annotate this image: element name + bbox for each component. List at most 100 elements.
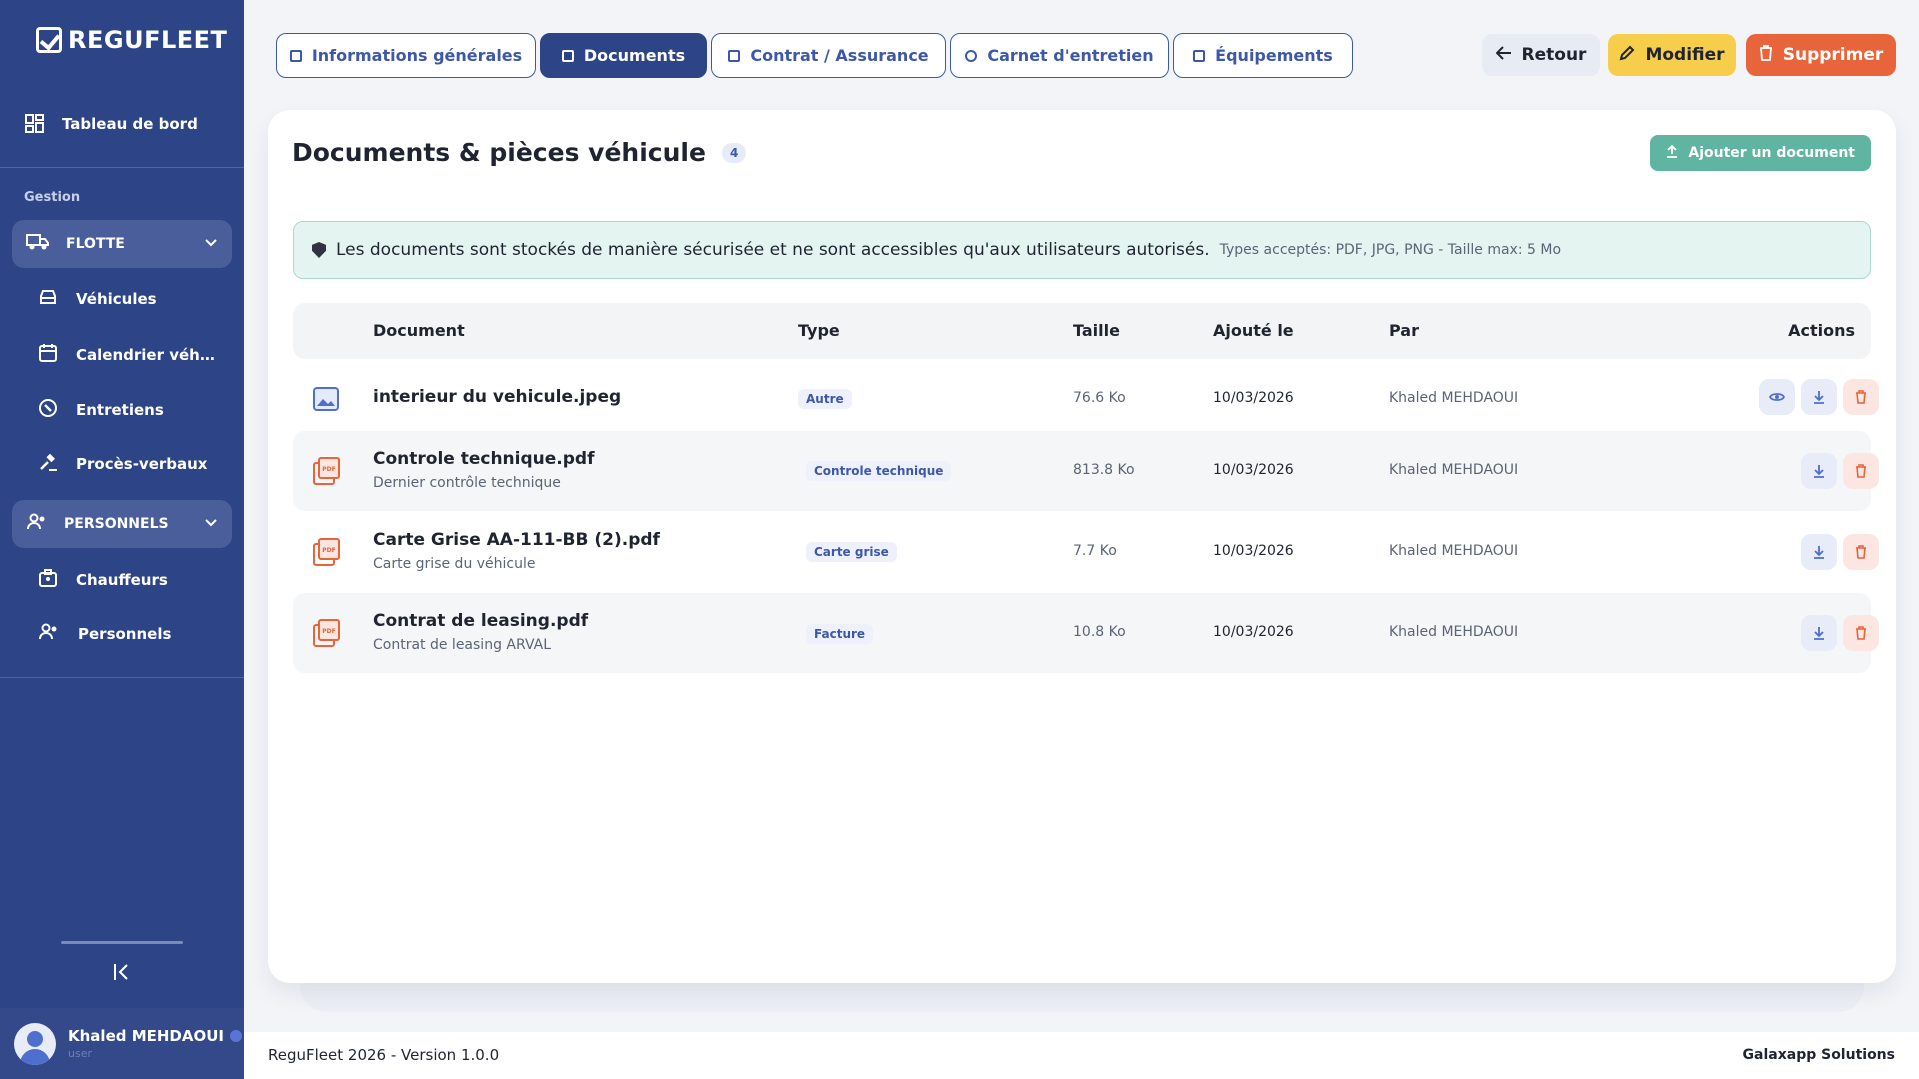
sidebar: REGUFLEET Tableau de bord Gestion FLOTTE… bbox=[0, 0, 244, 1079]
user-role: user bbox=[68, 1047, 92, 1060]
back-label: Retour bbox=[1521, 45, 1587, 65]
notice-small-text: Types acceptés: PDF, JPG, PNG - Taille m… bbox=[1219, 242, 1562, 258]
download-icon[interactable] bbox=[1801, 615, 1837, 651]
delete-label: Supprimer bbox=[1782, 45, 1884, 65]
column-header: Ajouté le bbox=[1213, 321, 1294, 340]
tab-carnet-entretien[interactable]: Carnet d'entretien bbox=[950, 33, 1169, 78]
sidebar-item-proces-verbaux[interactable]: Procès-verbaux bbox=[38, 452, 218, 476]
back-button[interactable]: Retour bbox=[1482, 34, 1600, 76]
trash-icon[interactable] bbox=[1843, 453, 1879, 489]
document-date: 10/03/2026 bbox=[1213, 462, 1294, 478]
gavel-icon bbox=[38, 452, 58, 476]
brand-name: REGUFLEET bbox=[68, 26, 228, 54]
type-badge: Controle technique bbox=[806, 461, 952, 481]
delete-button[interactable]: Supprimer bbox=[1746, 34, 1896, 76]
sidebar-item-chauffeurs[interactable]: Chauffeurs bbox=[38, 568, 218, 592]
type-badge: Facture bbox=[806, 624, 874, 644]
type-badge: Autre bbox=[798, 389, 852, 409]
document-name: Controle technique.pdf bbox=[373, 449, 595, 469]
chevron-down-icon bbox=[204, 516, 218, 532]
sidebar-group-label: FLOTTE bbox=[66, 236, 125, 252]
sidebar-item-vehicules[interactable]: Véhicules bbox=[38, 288, 218, 310]
column-header: Taille bbox=[1073, 321, 1120, 340]
sidebar-item-label: Tableau de bord bbox=[62, 115, 198, 133]
pdf-file-icon: PDF bbox=[313, 538, 340, 566]
sidebar-scrollbar[interactable] bbox=[61, 941, 183, 944]
edit-label: Modifier bbox=[1645, 45, 1725, 65]
sidebar-section-label: Gestion bbox=[24, 190, 81, 205]
table-row[interactable]: PDF Contrat de leasing.pdf Contrat de le… bbox=[293, 593, 1879, 673]
view-icon[interactable] bbox=[1759, 379, 1795, 415]
add-document-label: Ajouter un document bbox=[1688, 145, 1855, 161]
download-icon[interactable] bbox=[1801, 453, 1837, 489]
tab-equipements[interactable]: Équipements bbox=[1173, 33, 1353, 78]
sidebar-item-personnels[interactable]: Personnels bbox=[38, 623, 218, 645]
download-icon[interactable] bbox=[1801, 534, 1837, 570]
dashboard-grid-icon bbox=[24, 113, 46, 135]
document-description: Carte grise du véhicule bbox=[373, 556, 536, 572]
car-icon bbox=[289, 49, 302, 62]
collapse-sidebar-icon[interactable] bbox=[108, 960, 136, 984]
sidebar-divider bbox=[0, 677, 244, 678]
add-document-button[interactable]: Ajouter un document bbox=[1650, 135, 1871, 171]
arrow-left-icon bbox=[1495, 45, 1512, 65]
document-author: Khaled MEHDAOUI bbox=[1389, 462, 1519, 478]
tab-label: Contrat / Assurance bbox=[750, 46, 929, 65]
document-name: Carte Grise AA-111-BB (2).pdf bbox=[373, 530, 660, 550]
logo-check-icon bbox=[36, 27, 62, 53]
sidebar-item-dashboard[interactable]: Tableau de bord bbox=[24, 113, 198, 135]
user-profile[interactable]: Khaled MEHDAOUI user bbox=[0, 1008, 244, 1079]
document-size: 10.8 Ko bbox=[1073, 624, 1126, 640]
document-date: 10/03/2026 bbox=[1213, 390, 1294, 406]
chevron-down-icon bbox=[204, 236, 218, 252]
sidebar-group-personnels[interactable]: PERSONNELS bbox=[12, 500, 232, 548]
svg-text:PDF: PDF bbox=[322, 466, 335, 473]
car-icon bbox=[38, 288, 58, 310]
document-icon bbox=[561, 49, 574, 62]
download-icon[interactable] bbox=[1801, 379, 1837, 415]
document-size: 76.6 Ko bbox=[1073, 390, 1126, 406]
svg-text:PDF: PDF bbox=[322, 547, 335, 554]
truck-icon bbox=[26, 233, 50, 255]
document-author: Khaled MEHDAOUI bbox=[1389, 390, 1519, 406]
card-shadow bbox=[300, 980, 1864, 1012]
document-size: 813.8 Ko bbox=[1073, 462, 1135, 478]
document-name: interieur du vehicule.jpeg bbox=[373, 387, 622, 407]
sidebar-item-label: Véhicules bbox=[76, 290, 157, 308]
footer-company: Galaxapp Solutions bbox=[1742, 1047, 1895, 1063]
trash-icon[interactable] bbox=[1843, 379, 1879, 415]
contract-icon bbox=[728, 49, 741, 62]
trash-icon[interactable] bbox=[1843, 615, 1879, 651]
equipment-icon bbox=[1193, 49, 1206, 62]
tab-contrat-assurance[interactable]: Contrat / Assurance bbox=[711, 33, 946, 78]
edit-button[interactable]: Modifier bbox=[1608, 34, 1736, 76]
upload-icon bbox=[1666, 144, 1678, 162]
document-date: 10/03/2026 bbox=[1213, 543, 1294, 559]
column-header: Actions bbox=[1788, 321, 1855, 340]
sidebar-item-entretiens[interactable]: Entretiens bbox=[38, 398, 218, 422]
avatar bbox=[14, 1022, 56, 1065]
tab-documents[interactable]: Documents bbox=[540, 33, 707, 78]
table-row[interactable]: interieur du vehicule.jpeg Autre 76.6 Ko… bbox=[293, 363, 1879, 431]
tab-label: Documents bbox=[583, 46, 686, 65]
table-row[interactable]: PDF Controle technique.pdf Dernier contr… bbox=[293, 431, 1879, 511]
sidebar-item-calendrier[interactable]: Calendrier véhicu... bbox=[38, 343, 218, 367]
document-description: Contrat de leasing ARVAL bbox=[373, 637, 552, 653]
app-logo[interactable]: REGUFLEET bbox=[36, 26, 227, 54]
page-title: Documents & pièces véhicule 4 bbox=[292, 138, 747, 167]
trash-icon bbox=[1759, 44, 1773, 66]
type-badge: Carte grise bbox=[806, 542, 897, 562]
tab-informations-generales[interactable]: Informations générales bbox=[276, 33, 536, 78]
document-name: Contrat de leasing.pdf bbox=[373, 611, 589, 631]
maintenance-icon bbox=[965, 49, 978, 62]
security-notice: Les documents sont stockés de manière sé… bbox=[293, 221, 1871, 279]
trash-icon[interactable] bbox=[1843, 534, 1879, 570]
tab-label: Équipements bbox=[1215, 46, 1333, 65]
tab-label: Carnet d'entretien bbox=[987, 46, 1154, 65]
pencil-icon bbox=[1619, 45, 1635, 66]
count-badge: 4 bbox=[721, 142, 747, 163]
sidebar-item-label: Personnels bbox=[78, 625, 172, 643]
image-file-icon bbox=[313, 386, 339, 412]
sidebar-group-flotte[interactable]: FLOTTE bbox=[12, 220, 232, 268]
table-row[interactable]: PDF Carte Grise AA-111-BB (2).pdf Carte … bbox=[293, 512, 1879, 592]
